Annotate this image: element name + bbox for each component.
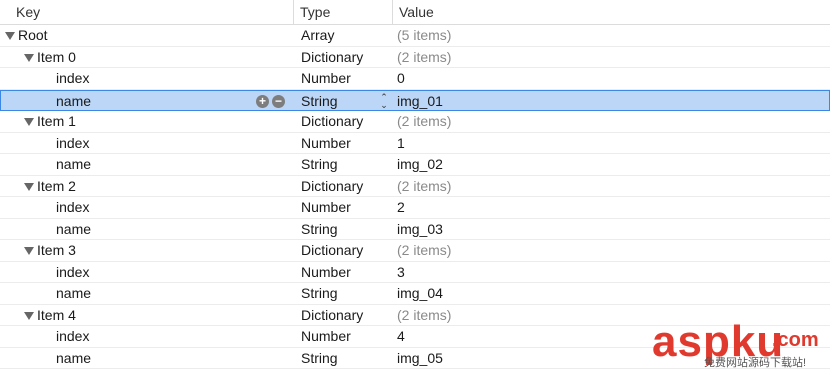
key-cell: Item 3 (0, 240, 290, 261)
type-cell[interactable]: String (301, 91, 386, 112)
value-cell: (2 items) (397, 48, 452, 65)
key-label: name (56, 92, 92, 109)
key-label: Root (18, 27, 48, 43)
table-row[interactable]: Item 1 Dictionary (2 items) (0, 111, 830, 133)
type-cell[interactable]: String (301, 283, 386, 304)
key-cell: index (0, 68, 290, 89)
type-cell[interactable]: Dictionary (301, 240, 386, 261)
key-label: Item 4 (37, 306, 76, 323)
type-cell[interactable]: String (301, 219, 386, 240)
key-label: index (56, 328, 90, 344)
table-row[interactable]: index Number 0 (0, 68, 830, 90)
disclosure-triangle-icon[interactable] (24, 182, 34, 191)
table-row[interactable]: Item 2 Dictionary (2 items) (0, 175, 830, 197)
disclosure-triangle-icon[interactable] (5, 32, 15, 40)
value-cell: (2 items) (397, 177, 452, 194)
table-row[interactable]: name String img_02 (0, 154, 830, 176)
value-cell: (2 items) (397, 242, 452, 258)
minus-circle-icon[interactable]: − (272, 94, 285, 108)
value-column-header[interactable]: Value (392, 0, 830, 25)
key-cell: name (0, 219, 290, 240)
table-row[interactable]: index Number 1 (0, 132, 830, 154)
value-cell[interactable]: img_04 (397, 283, 817, 304)
key-label: name (56, 156, 92, 172)
value-cell[interactable]: 1 (397, 133, 817, 154)
key-cell: index (0, 197, 290, 218)
type-cell[interactable]: Dictionary (301, 111, 386, 132)
type-cell[interactable]: Dictionary (301, 305, 386, 326)
type-cell[interactable]: String (301, 348, 386, 369)
value-cell: (5 items) (397, 27, 452, 43)
value-cell[interactable]: 3 (397, 262, 817, 283)
table-row[interactable]: Root Array (5 items) (0, 25, 830, 47)
disclosure-triangle-icon[interactable] (24, 311, 34, 320)
key-label: name (56, 285, 92, 301)
key-cell: Item 0 (0, 47, 290, 68)
table-row-selected[interactable]: name + − String ⌃ ⌄ img_01 (0, 89, 830, 112)
key-cell: name (0, 154, 290, 175)
watermark-domain: .com (772, 329, 819, 351)
disclosure-triangle-icon[interactable] (24, 247, 34, 255)
value-cell[interactable]: 2 (397, 197, 817, 218)
type-cell[interactable]: Array (301, 25, 386, 46)
table-row[interactable]: Item 0 Dictionary (2 items) (0, 46, 830, 68)
key-label: Item 2 (37, 177, 76, 194)
value-cell: (2 items) (397, 113, 452, 129)
key-cell: Item 1 (0, 111, 290, 132)
value-cell[interactable]: img_01 (397, 91, 817, 112)
key-column-header[interactable]: Key (0, 0, 293, 25)
key-cell: name (0, 348, 290, 369)
key-label: index (56, 70, 90, 86)
key-cell: Item 2 (0, 176, 290, 197)
key-label: index (56, 199, 90, 215)
value-cell[interactable]: 0 (397, 68, 817, 89)
value-cell[interactable]: img_02 (397, 154, 817, 175)
key-label: index (56, 263, 90, 280)
disclosure-triangle-icon[interactable] (24, 53, 34, 62)
key-cell: Item 4 (0, 305, 290, 326)
watermark-tagline: 免费网站源码下载站! (704, 357, 807, 369)
type-cell[interactable]: Number (301, 133, 386, 154)
disclosure-triangle-icon[interactable] (24, 118, 34, 126)
table-row[interactable]: index Number 3 (0, 261, 830, 283)
key-label: Item 3 (37, 242, 76, 258)
type-cell[interactable]: Number (301, 68, 386, 89)
site-watermark: aspku .com 免费网站源码下载站! (652, 320, 828, 372)
plus-circle-icon[interactable]: + (256, 94, 269, 108)
type-cell[interactable]: Number (301, 262, 386, 283)
key-cell: index (0, 326, 290, 347)
key-label: name (56, 349, 92, 366)
table-row[interactable]: Item 3 Dictionary (2 items) (0, 240, 830, 262)
up-down-stepper-icon[interactable]: ⌃ ⌄ (378, 92, 390, 110)
type-cell[interactable]: Number (301, 326, 386, 347)
type-cell[interactable]: Dictionary (301, 47, 386, 68)
type-cell[interactable]: String (301, 154, 386, 175)
key-label: index (56, 134, 90, 151)
type-cell[interactable]: Number (301, 197, 386, 218)
key-label: Item 0 (37, 48, 76, 65)
table-row[interactable]: name String img_04 (0, 283, 830, 305)
key-cell: index (0, 133, 290, 154)
key-cell: index (0, 262, 290, 283)
key-label: Item 1 (37, 113, 76, 129)
table-row[interactable]: index Number 2 (0, 197, 830, 219)
key-label: name (56, 220, 92, 237)
type-column-header[interactable]: Type (293, 0, 392, 25)
key-cell: name (0, 283, 290, 304)
column-header: Key Type Value (0, 0, 830, 25)
key-cell: name + − (1, 91, 291, 112)
key-cell: Root (0, 25, 290, 46)
value-cell[interactable]: img_03 (397, 219, 817, 240)
table-row[interactable]: name String img_03 (0, 218, 830, 240)
type-cell[interactable]: Dictionary (301, 176, 386, 197)
